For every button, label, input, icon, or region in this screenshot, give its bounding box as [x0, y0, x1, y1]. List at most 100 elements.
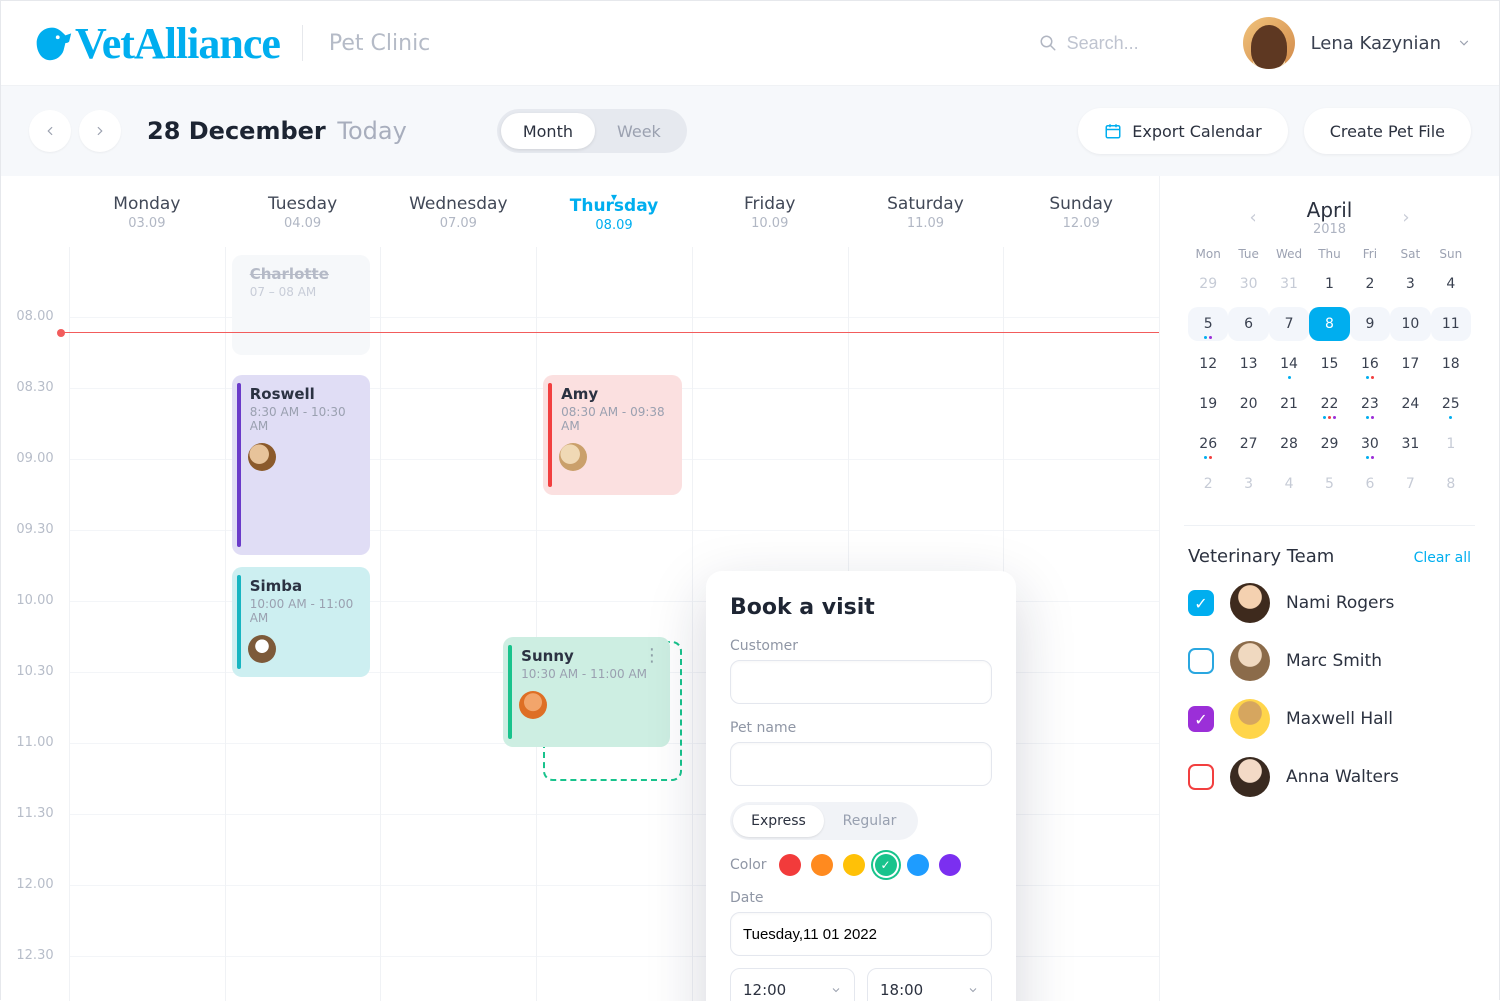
- mini-cal-day[interactable]: 23: [1350, 387, 1390, 421]
- profile-menu[interactable]: Lena Kazynian: [1243, 17, 1471, 69]
- popover-title: Book a visit: [730, 595, 992, 620]
- clinic-name: Pet Clinic: [329, 31, 430, 56]
- event-simba[interactable]: Simba10:00 AM - 11:00 AM: [232, 567, 371, 677]
- mini-cal-day[interactable]: 6: [1228, 307, 1268, 341]
- mini-cal-day[interactable]: 10: [1390, 307, 1430, 341]
- calendar: Monday03.09Tuesday04.09Wednesday07.09Thu…: [1, 176, 1159, 1001]
- mini-cal-day[interactable]: 7: [1269, 307, 1309, 341]
- time-from-select[interactable]: 12:00: [730, 968, 855, 1001]
- mini-cal-day[interactable]: 24: [1390, 387, 1430, 421]
- search-input[interactable]: [1067, 33, 1217, 54]
- mini-cal-day[interactable]: 2: [1188, 467, 1228, 501]
- mini-cal-day[interactable]: 11: [1431, 307, 1471, 341]
- visit-type-express[interactable]: Express: [733, 805, 824, 837]
- mini-cal-day[interactable]: 3: [1228, 467, 1268, 501]
- team-checkbox[interactable]: [1188, 706, 1214, 732]
- event-roswell[interactable]: Roswell8:30 AM - 10:30 AM: [232, 375, 371, 555]
- date-input[interactable]: [730, 912, 992, 956]
- petname-input[interactable]: [730, 742, 992, 786]
- day-column-header[interactable]: Thursday08.09: [536, 176, 692, 247]
- mini-cal-day[interactable]: 30: [1228, 267, 1268, 301]
- day-column-header[interactable]: Sunday12.09: [1003, 176, 1159, 247]
- day-column[interactable]: [1003, 247, 1159, 1001]
- mini-cal-day[interactable]: 14: [1269, 347, 1309, 381]
- mini-cal-day[interactable]: 7: [1390, 467, 1430, 501]
- mini-cal-day[interactable]: 28: [1269, 427, 1309, 461]
- mini-cal-day[interactable]: 1: [1309, 267, 1349, 301]
- next-button[interactable]: [79, 110, 121, 152]
- mini-cal-day[interactable]: 4: [1431, 267, 1471, 301]
- team-checkbox[interactable]: [1188, 590, 1214, 616]
- day-column-header[interactable]: Wednesday07.09: [380, 176, 536, 247]
- mini-cal-day[interactable]: 2: [1350, 267, 1390, 301]
- mini-cal-day[interactable]: 27: [1228, 427, 1268, 461]
- view-month[interactable]: Month: [501, 113, 595, 149]
- export-calendar-button[interactable]: Export Calendar: [1078, 108, 1287, 154]
- create-pet-file-button[interactable]: Create Pet File: [1304, 108, 1471, 154]
- day-column-header[interactable]: Friday10.09: [692, 176, 848, 247]
- mini-cal-day[interactable]: 31: [1390, 427, 1430, 461]
- mini-cal-day[interactable]: 25: [1431, 387, 1471, 421]
- view-week[interactable]: Week: [595, 113, 683, 149]
- color-orange[interactable]: [811, 854, 833, 876]
- day-column-header[interactable]: Monday03.09: [69, 176, 225, 247]
- mini-cal-day[interactable]: 15: [1309, 347, 1349, 381]
- color-violet[interactable]: [939, 854, 961, 876]
- time-to-select[interactable]: 18:00: [867, 968, 992, 1001]
- mini-cal-day[interactable]: 4: [1269, 467, 1309, 501]
- mini-cal-day[interactable]: 29: [1309, 427, 1349, 461]
- mini-cal-day[interactable]: 12: [1188, 347, 1228, 381]
- mini-cal-day[interactable]: 8: [1309, 307, 1349, 341]
- mini-cal-day[interactable]: 30: [1350, 427, 1390, 461]
- avatar: [1230, 699, 1270, 739]
- prev-button[interactable]: [29, 110, 71, 152]
- color-blue[interactable]: [907, 854, 929, 876]
- mini-cal-day[interactable]: 3: [1390, 267, 1430, 301]
- event-charlotte[interactable]: Charlotte07 – 08 AM: [232, 255, 371, 355]
- mini-cal-day[interactable]: 6: [1350, 467, 1390, 501]
- mini-cal-day[interactable]: 1: [1431, 427, 1471, 461]
- search-input-wrap[interactable]: [1039, 33, 1217, 54]
- day-column[interactable]: [380, 247, 536, 1001]
- mini-cal-day[interactable]: 18: [1431, 347, 1471, 381]
- mini-cal-day[interactable]: 29: [1188, 267, 1228, 301]
- visit-type-regular[interactable]: Regular: [824, 805, 915, 837]
- search-icon: [1039, 34, 1057, 52]
- brand-logo: VetAlliance Pet Clinic: [29, 18, 430, 69]
- mini-cal-day[interactable]: 16: [1350, 347, 1390, 381]
- color-yellow[interactable]: [843, 854, 865, 876]
- team-checkbox[interactable]: [1188, 764, 1214, 790]
- team-member-name: Marc Smith: [1286, 651, 1382, 671]
- mini-cal-day[interactable]: 20: [1228, 387, 1268, 421]
- event-sunny[interactable]: ⋮Sunny10:30 AM - 11:00 AM: [503, 637, 670, 747]
- mini-cal-day[interactable]: 8: [1431, 467, 1471, 501]
- mini-cal-grid: 2930311234567891011121314151617181920212…: [1188, 267, 1471, 501]
- clear-all-link[interactable]: Clear all: [1414, 550, 1471, 566]
- mini-cal-day[interactable]: 19: [1188, 387, 1228, 421]
- day-column[interactable]: Charlotte07 – 08 AM Roswell8:30 AM - 10:3…: [225, 247, 381, 1001]
- mini-cal-day[interactable]: 13: [1228, 347, 1268, 381]
- mini-cal-day[interactable]: 31: [1269, 267, 1309, 301]
- current-date: 28 December Today: [147, 117, 407, 145]
- team-checkbox[interactable]: [1188, 648, 1214, 674]
- team-member-name: Maxwell Hall: [1286, 709, 1393, 729]
- day-column[interactable]: [69, 247, 225, 1001]
- mini-cal-day[interactable]: 9: [1350, 307, 1390, 341]
- color-teal[interactable]: [875, 854, 897, 876]
- mini-cal-day[interactable]: 5: [1309, 467, 1349, 501]
- divider: [302, 25, 303, 61]
- day-column[interactable]: Amy08:30 AM - 09:38 AM⋮Sunny10:30 AM - 1…: [536, 247, 692, 1001]
- mini-cal-day[interactable]: 17: [1390, 347, 1430, 381]
- mini-cal-day[interactable]: 26: [1188, 427, 1228, 461]
- customer-input[interactable]: [730, 660, 992, 704]
- day-column-header[interactable]: Saturday11.09: [848, 176, 1004, 247]
- day-column-header[interactable]: Tuesday04.09: [225, 176, 381, 247]
- mini-cal-day[interactable]: 22: [1309, 387, 1349, 421]
- mini-cal-day[interactable]: 5: [1188, 307, 1228, 341]
- mini-cal-next[interactable]: ›: [1402, 207, 1409, 228]
- event-amy[interactable]: Amy08:30 AM - 09:38 AM: [543, 375, 682, 495]
- more-icon[interactable]: ⋮: [643, 645, 662, 666]
- color-red[interactable]: [779, 854, 801, 876]
- mini-cal-day[interactable]: 21: [1269, 387, 1309, 421]
- mini-cal-prev[interactable]: ‹: [1249, 207, 1256, 228]
